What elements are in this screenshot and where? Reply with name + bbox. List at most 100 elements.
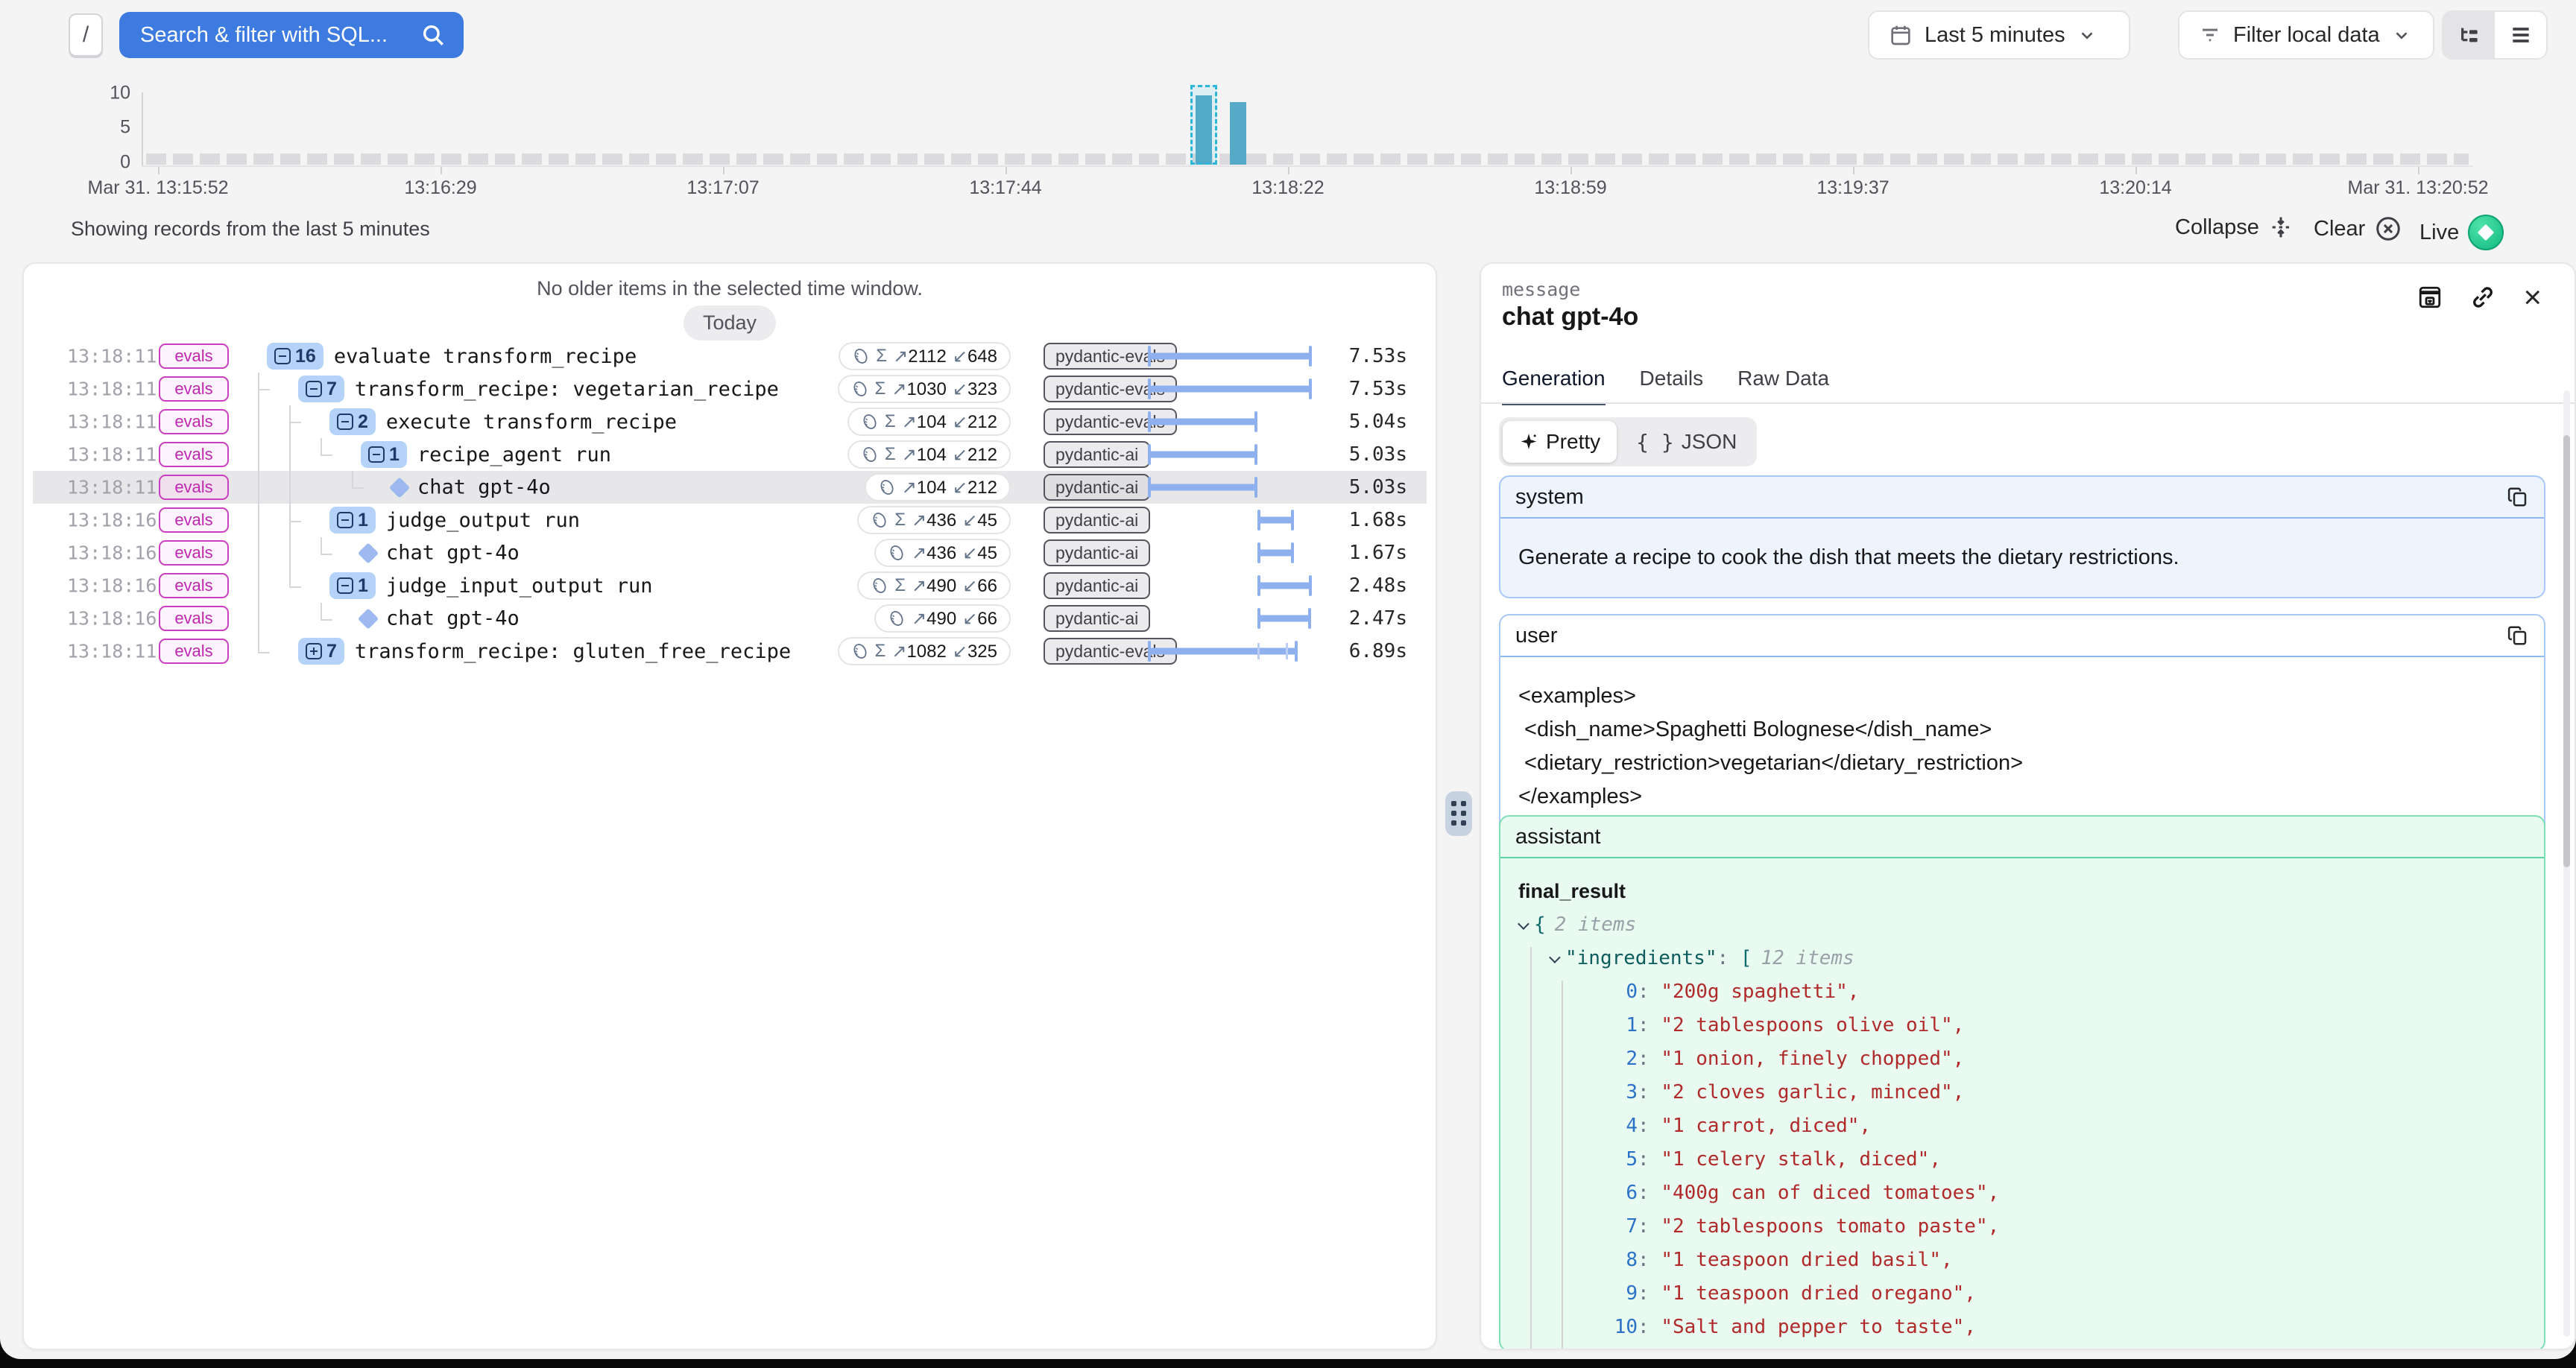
dock-panel-icon[interactable] bbox=[2417, 285, 2443, 310]
token-usage-badge[interactable]: ↗436↙45 bbox=[874, 539, 1011, 567]
time-range-dropdown[interactable]: Last 5 minutes bbox=[1868, 10, 2130, 60]
service-badge[interactable]: evals bbox=[159, 639, 229, 664]
panel-resize-handle[interactable] bbox=[1445, 791, 1472, 836]
collapse-children-button[interactable]: 1 bbox=[329, 572, 376, 599]
json-array-item: 2: "1 onion, finely chopped", bbox=[1518, 1042, 2526, 1076]
trace-row[interactable]: 13:18:11evals7transform_recipe: vegetari… bbox=[33, 373, 1427, 405]
service-badge[interactable]: evals bbox=[159, 343, 229, 369]
trace-row[interactable]: 13:18:11evals16evaluate transform_recipe… bbox=[33, 340, 1427, 373]
collapse-chevron-icon[interactable] bbox=[1518, 918, 1530, 930]
tab-generation[interactable]: Generation bbox=[1502, 367, 1606, 405]
row-span-content: 1judge_output run bbox=[329, 507, 580, 533]
tree-connector bbox=[321, 455, 332, 456]
list-view-button[interactable] bbox=[2495, 12, 2546, 58]
service-badge[interactable]: evals bbox=[159, 540, 229, 566]
json-array-item: 7: "2 tablespoons tomato paste", bbox=[1518, 1210, 2526, 1244]
token-usage-badge[interactable]: ↗104↙212 bbox=[865, 473, 1011, 501]
collapse-chevron-icon[interactable] bbox=[1549, 951, 1561, 963]
trace-row[interactable]: 13:18:11evals2execute transform_recipeΣ↗… bbox=[33, 405, 1427, 438]
collapse-children-button[interactable]: 1 bbox=[329, 507, 376, 533]
package-tag[interactable]: pydantic-ai bbox=[1044, 539, 1150, 566]
collapse-children-button[interactable]: 16 bbox=[267, 343, 323, 370]
service-badge[interactable]: evals bbox=[159, 573, 229, 598]
user-message-card: user <examples> <dish_name>Spaghetti Bol… bbox=[1499, 614, 2545, 837]
service-badge[interactable]: evals bbox=[159, 507, 229, 533]
tree-connector bbox=[289, 586, 301, 588]
package-tag[interactable]: pydantic-ai bbox=[1044, 474, 1150, 501]
duration-bar bbox=[1257, 517, 1294, 524]
json-string-value: "1 carrot, diced", bbox=[1661, 1109, 1871, 1143]
trace-row[interactable]: 13:18:16evals1judge_input_output runΣ↗49… bbox=[33, 569, 1427, 602]
input-tokens: 1082 bbox=[906, 642, 946, 662]
copy-link-icon[interactable] bbox=[2469, 284, 2496, 311]
close-icon[interactable]: × bbox=[2523, 282, 2542, 313]
copy-icon[interactable] bbox=[2507, 624, 2529, 647]
json-colon: : bbox=[1638, 1311, 1661, 1344]
collapse-button[interactable]: Collapse bbox=[2175, 215, 2294, 240]
trace-row[interactable]: 13:18:16evals1judge_output runΣ↗436↙45py… bbox=[33, 504, 1427, 536]
service-badge[interactable]: evals bbox=[159, 409, 229, 434]
clear-button[interactable]: Clear bbox=[2314, 215, 2402, 243]
view-mode-toggle bbox=[2442, 10, 2548, 60]
row-span-content: 1judge_input_output run bbox=[329, 572, 653, 599]
trace-row[interactable]: 13:18:11evalschat gpt-4o↗104↙212pydantic… bbox=[33, 471, 1427, 504]
sigma-total-icon: Σ bbox=[875, 379, 886, 399]
json-ingredients-line: "ingredients": [12 items bbox=[1518, 942, 2526, 975]
pretty-toggle-button[interactable]: Pretty bbox=[1503, 421, 1617, 463]
service-badge[interactable]: evals bbox=[159, 376, 229, 402]
token-usage-badge[interactable]: Σ↗104↙212 bbox=[847, 440, 1011, 469]
json-toggle-button[interactable]: { } JSON bbox=[1620, 421, 1753, 463]
token-usage-badge[interactable]: Σ↗2112↙648 bbox=[839, 342, 1011, 370]
trace-row[interactable]: 13:18:16evalschat gpt-4o↗490↙66pydantic-… bbox=[33, 602, 1427, 635]
token-usage-badge[interactable]: Σ↗490↙66 bbox=[857, 571, 1011, 600]
package-tag[interactable]: pydantic-ai bbox=[1044, 605, 1150, 632]
search-button[interactable]: Search & filter with SQL... bbox=[119, 12, 464, 58]
filter-local-data-dropdown[interactable]: Filter local data bbox=[2178, 10, 2434, 60]
tree-view-button[interactable] bbox=[2443, 12, 2495, 58]
json-colon: : bbox=[1638, 1009, 1661, 1042]
duration-bar-start-cap bbox=[1148, 444, 1151, 465]
trace-row[interactable]: 13:18:11evals7transform_recipe: gluten_f… bbox=[33, 635, 1427, 668]
assistant-message-card: assistant final_result {2 items"ingredie… bbox=[1499, 815, 2545, 1350]
json-string-value: "Parmesan cheese, grated (optional)" bbox=[1661, 1344, 2081, 1350]
token-usage-badge[interactable]: Σ↗1082↙325 bbox=[838, 637, 1011, 665]
trace-row[interactable]: 13:18:16evalschat gpt-4o↗436↙45pydantic-… bbox=[33, 536, 1427, 569]
chart-x-tick-label: 13:20:14 bbox=[2099, 177, 2171, 199]
row-timestamp: 13:18:16 bbox=[67, 542, 157, 564]
token-usage-badge[interactable]: Σ↗104↙212 bbox=[847, 408, 1011, 436]
copy-icon[interactable] bbox=[2507, 486, 2529, 508]
collapse-children-button[interactable]: 7 bbox=[298, 376, 344, 402]
token-usage-badge[interactable]: ↗490↙66 bbox=[874, 604, 1011, 633]
sigma-total-icon: Σ bbox=[885, 444, 896, 465]
package-tag[interactable]: pydantic-ai bbox=[1044, 507, 1150, 533]
span-detail-panel: message chat gpt-4o × GenerationDe bbox=[1480, 262, 2576, 1350]
tab-details[interactable]: Details bbox=[1640, 367, 1704, 405]
service-badge[interactable]: evals bbox=[159, 475, 229, 500]
trace-row[interactable]: 13:18:11evals1recipe_agent runΣ↗104↙212p… bbox=[33, 438, 1427, 471]
expand-children-button[interactable]: 7 bbox=[298, 638, 344, 665]
histogram-bar[interactable] bbox=[1230, 102, 1246, 165]
slash-shortcut-key: / bbox=[69, 13, 103, 57]
live-toggle[interactable]: Live bbox=[2419, 215, 2504, 250]
package-tag[interactable]: pydantic-ai bbox=[1044, 572, 1150, 599]
json-colon: : bbox=[1638, 975, 1661, 1009]
json-item-count: 12 items bbox=[1761, 942, 1854, 975]
chart-x-tick-label: Mar 31. 13:20:52 bbox=[2347, 177, 2488, 199]
collapse-children-button[interactable]: 2 bbox=[329, 408, 376, 435]
service-badge[interactable]: evals bbox=[159, 442, 229, 467]
token-usage-badge[interactable]: Σ↗436↙45 bbox=[857, 506, 1011, 534]
scrollbar-thumb[interactable] bbox=[2563, 435, 2570, 867]
duration-bar bbox=[1257, 583, 1312, 589]
service-badge[interactable]: evals bbox=[159, 606, 229, 631]
collapse-children-button[interactable]: 1 bbox=[361, 441, 407, 468]
tree-connector bbox=[321, 554, 332, 555]
tab-raw-data[interactable]: Raw Data bbox=[1737, 367, 1829, 405]
package-tag[interactable]: pydantic-ai bbox=[1044, 441, 1150, 468]
records-histogram[interactable]: 1050 Mar 31. 13:15:5213:16:2913:17:0713:… bbox=[0, 82, 2576, 201]
json-array-item: 10: "Salt and pepper to taste", bbox=[1518, 1311, 2526, 1344]
user-role-label: user bbox=[1515, 624, 1557, 648]
token-usage-badge[interactable]: Σ↗1030↙323 bbox=[838, 375, 1011, 403]
output-tokens: 212 bbox=[967, 412, 997, 432]
json-colon: : bbox=[1638, 1244, 1661, 1277]
tree-connector bbox=[321, 603, 322, 619]
